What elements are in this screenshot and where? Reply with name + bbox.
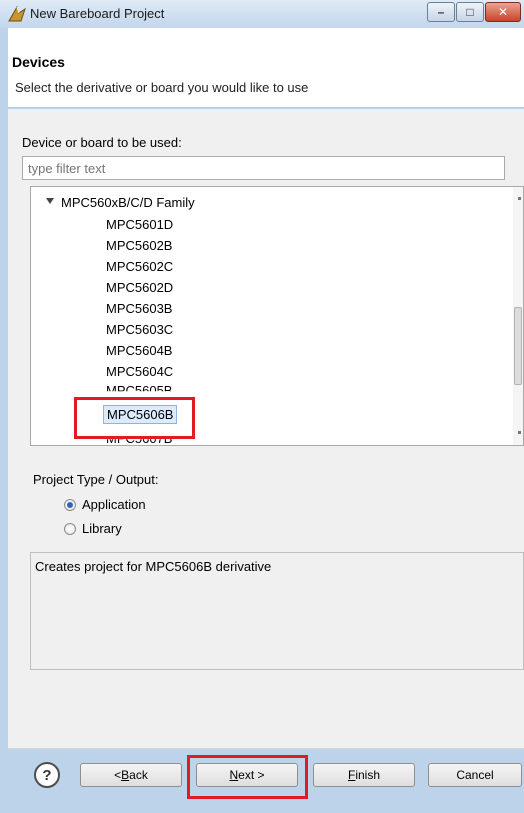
tree-scroll-thumb[interactable] [514, 307, 522, 385]
wizard-banner: Devices Select the derivative or board y… [8, 28, 524, 108]
cancel-button[interactable]: Cancel [428, 763, 522, 787]
cancel-label: Cancel [456, 768, 494, 782]
back-label-rest: ack [129, 768, 148, 782]
tree-item[interactable]: MPC5605B [106, 383, 172, 391]
back-label-prefix: < [114, 768, 122, 782]
tree-item[interactable]: MPC5601D [106, 217, 173, 232]
tree-item[interactable]: MPC5602D [106, 280, 173, 295]
finish-button[interactable]: Finish [313, 763, 415, 787]
scroll-down-icon[interactable] [518, 431, 521, 434]
tree-item[interactable]: MPC5604C [106, 364, 173, 379]
finish-label-rest: inish [355, 768, 381, 782]
page-subtitle: Select the derivative or board you would… [15, 80, 309, 95]
tree-item[interactable]: MPC5603C [106, 322, 173, 337]
filter-input[interactable] [22, 156, 505, 180]
project-type-label: Project Type / Output: [33, 472, 159, 487]
close-icon: ✕ [497, 5, 509, 19]
back-label-mnemonic: B [121, 768, 130, 782]
dialog-window: New Bareboard Project – □ ✕ Devices Sele… [0, 0, 524, 813]
maximize-icon: □ [466, 5, 474, 19]
device-label: Device or board to be used: [22, 135, 182, 150]
radio-label: Application [82, 497, 146, 512]
maximize-button[interactable]: □ [456, 2, 484, 22]
tree-item[interactable]: MPC5602C [106, 259, 173, 274]
button-bar-divider [8, 748, 524, 749]
expand-arrow-icon[interactable] [46, 198, 54, 204]
minimize-button[interactable]: – [427, 2, 455, 22]
window-title: New Bareboard Project [30, 6, 165, 21]
radio-library[interactable]: Library [64, 521, 122, 536]
radio-application[interactable]: Application [64, 497, 146, 512]
help-button[interactable]: ? [34, 762, 60, 788]
back-button[interactable]: < Back [80, 763, 182, 787]
radio-selected-icon[interactable] [64, 498, 76, 511]
radio-label: Library [82, 521, 122, 536]
tree-group-label[interactable]: MPC560xB/C/D Family [61, 195, 195, 210]
selection-highlight-box [74, 397, 195, 439]
description-text: Creates project for MPC5606B derivative [35, 559, 272, 574]
scroll-up-icon[interactable] [518, 197, 521, 200]
help-icon: ? [42, 766, 52, 784]
tree-item[interactable]: MPC5602B [106, 238, 172, 253]
tree-scrollbar[interactable] [513, 187, 523, 445]
description-box: Creates project for MPC5606B derivative [30, 552, 524, 670]
finish-label-mnemonic: F [347, 768, 356, 782]
radio-unselected-icon[interactable] [64, 522, 76, 535]
title-bar: New Bareboard Project – □ ✕ [0, 0, 524, 28]
app-icon [8, 5, 26, 22]
minimize-icon: – [437, 5, 445, 19]
next-highlight-box [187, 755, 308, 799]
tree-item[interactable]: MPC5604B [106, 343, 172, 358]
close-button[interactable]: ✕ [485, 2, 521, 22]
tree-item[interactable]: MPC5603B [106, 301, 172, 316]
page-title: Devices [12, 54, 65, 70]
